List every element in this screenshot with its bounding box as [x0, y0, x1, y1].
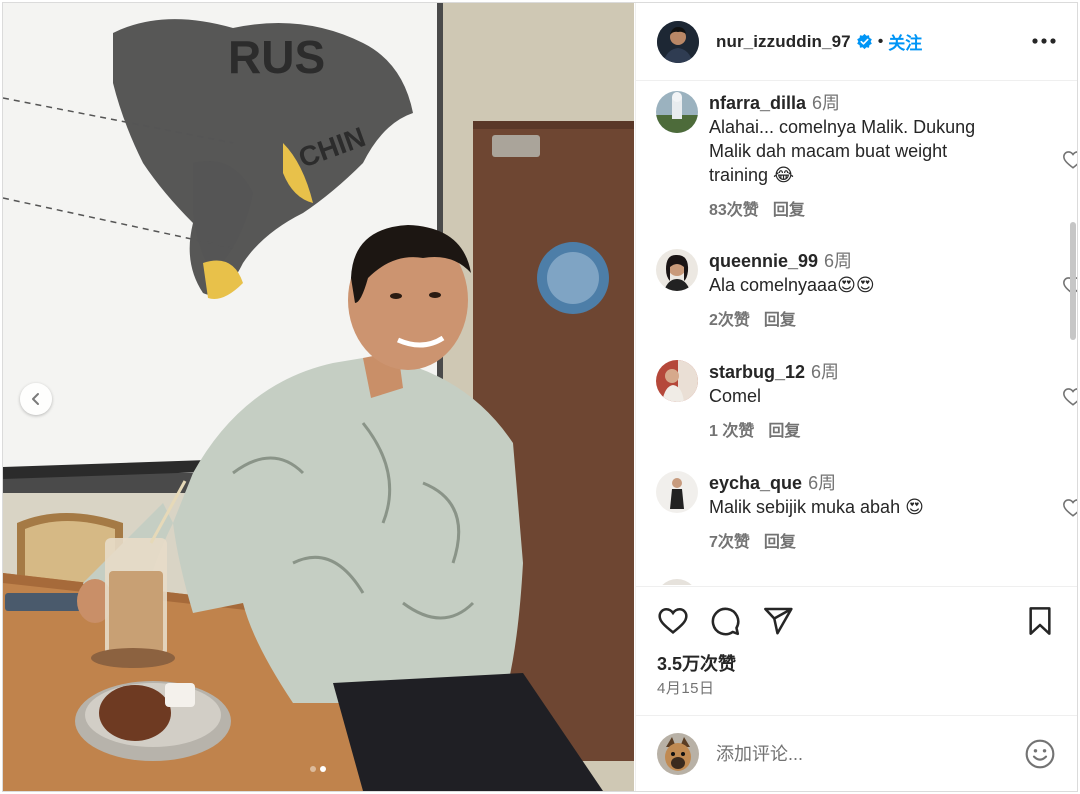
author-avatar[interactable]	[657, 20, 699, 63]
post-dialog: RUS CHIN nur_izzuddin_97 • 关注 nfarra_dil…	[0, 0, 1080, 794]
comment-username[interactable]: nfarra_dilla	[709, 93, 806, 113]
comment-like-count[interactable]: 83次赞	[709, 202, 759, 219]
comment-text-line: Ala comelnyaaa😍😍	[709, 275, 875, 295]
comment-time[interactable]: 6周	[812, 93, 840, 113]
add-comment-bar	[636, 715, 1078, 791]
more-options-icon	[1032, 38, 1056, 44]
chevron-left-icon	[32, 393, 39, 405]
comment-time[interactable]: 6周	[808, 473, 836, 493]
comment-time[interactable]: 6周	[824, 251, 852, 271]
heart-icon	[1063, 499, 1078, 517]
comment-text-line: training 😂	[709, 165, 795, 185]
carousel-dot	[310, 766, 316, 772]
more-options-button[interactable]	[1032, 31, 1056, 51]
comment-like-button[interactable]	[1062, 497, 1078, 519]
svg-text:RUS: RUS	[228, 31, 325, 83]
follow-button[interactable]: 关注	[888, 29, 922, 54]
emoji-icon	[1025, 739, 1055, 769]
author-username[interactable]: nur_izzuddin_97	[716, 32, 851, 52]
post-header: nur_izzuddin_97 • 关注	[636, 3, 1078, 81]
comment-reply-button[interactable]: 回复	[768, 423, 800, 440]
current-user-avatar	[657, 733, 699, 775]
comment-reply-button[interactable]: 回复	[773, 202, 805, 219]
previous-photo-button[interactable]	[20, 383, 52, 415]
comment-username[interactable]: queennie_99	[709, 251, 818, 271]
comment-username[interactable]: eycha_que	[709, 473, 802, 493]
commenter-avatar[interactable]	[656, 579, 698, 585]
comment-item: nfarra_dilla 6周 Alahai... comelnya Malik.…	[656, 91, 1078, 231]
comment-text-line: Malik sebijik muka abah 😍	[709, 497, 924, 517]
post-side-panel: nur_izzuddin_97 • 关注 nfarra_dilla 6周 Ala…	[635, 3, 1078, 791]
comment-like-count[interactable]: 2次赞	[709, 312, 750, 329]
comment-like-count[interactable]: 7次赞	[709, 534, 750, 551]
commenter-avatar[interactable]	[656, 91, 698, 133]
comment-like-button[interactable]	[1062, 149, 1078, 171]
post-photo[interactable]: RUS CHIN	[3, 3, 634, 791]
commenter-avatar[interactable]	[656, 249, 698, 291]
comments-list[interactable]: nfarra_dilla 6周 Alahai... comelnya Malik.…	[636, 82, 1078, 585]
comment-item: eycha_que 6周 Malik sebijik muka abah 😍 7次…	[656, 471, 1078, 561]
commenter-avatar[interactable]	[656, 471, 698, 513]
commenter-avatar-image	[656, 471, 698, 513]
save-button[interactable]	[1024, 605, 1056, 637]
carousel-dot-active	[320, 766, 326, 772]
current-user-avatar-image	[657, 733, 699, 775]
photo-illustration: RUS CHIN	[3, 3, 634, 791]
comment-username[interactable]: starbug_12	[709, 362, 805, 382]
emoji-picker-button[interactable]	[1024, 738, 1056, 770]
comment-item: starbug_12 6周 Comel 1 次赞 回复	[656, 360, 1078, 450]
comments-scrollbar[interactable]	[1070, 222, 1076, 340]
comment-time[interactable]: 6周	[811, 362, 839, 382]
share-button[interactable]	[762, 605, 794, 637]
commenter-avatar[interactable]	[656, 360, 698, 402]
commenter-avatar-image	[656, 91, 698, 133]
comment-button[interactable]	[709, 605, 741, 637]
comment-reply-button[interactable]: 回复	[764, 312, 796, 329]
heart-icon	[1063, 388, 1078, 406]
heart-icon	[1063, 151, 1078, 169]
like-count[interactable]: 3.5万次赞	[657, 650, 736, 676]
header-separator: •	[877, 32, 884, 50]
author-avatar-image	[657, 20, 699, 63]
add-comment-input[interactable]	[716, 740, 996, 768]
bookmark-icon	[1029, 607, 1051, 635]
commenter-avatar-image	[656, 249, 698, 291]
like-button[interactable]	[657, 605, 689, 637]
comment-like-count[interactable]: 1 次赞	[709, 423, 754, 440]
post-actions: 3.5万次赞 4月15日	[636, 586, 1078, 710]
carousel-indicator	[310, 766, 326, 772]
comment-text-line: Alahai... comelnya Malik. Dukung	[709, 117, 976, 137]
commenter-avatar-image	[656, 360, 698, 402]
heart-icon	[658, 607, 688, 634]
post-date[interactable]: 4月15日	[657, 677, 715, 698]
comment-like-button[interactable]	[1062, 386, 1078, 408]
comment-reply-button[interactable]: 回复	[764, 534, 796, 551]
share-icon	[764, 607, 793, 635]
comment-text-line: Malik dah macam buat weight	[709, 141, 948, 161]
comment-text-line: Comel	[709, 386, 762, 406]
comment-icon	[711, 607, 740, 636]
comment-item: queennie_99 6周 Ala comelnyaaa😍😍 2次赞 回复	[656, 249, 1078, 339]
verified-badge-icon	[856, 33, 873, 50]
